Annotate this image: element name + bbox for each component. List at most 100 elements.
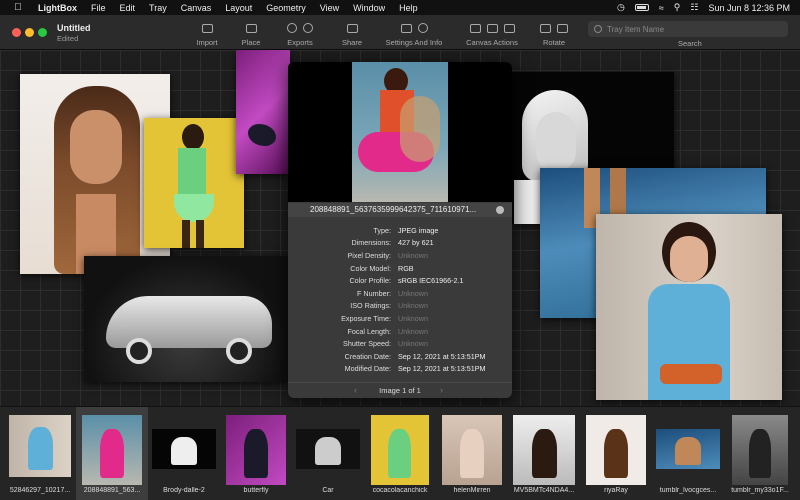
menu-view[interactable]: View	[320, 3, 339, 13]
info-key: Modified Date:	[344, 364, 391, 374]
export-printer-icon	[303, 23, 313, 33]
close-window-button[interactable]	[12, 28, 21, 37]
tray-thumbnail	[82, 415, 142, 485]
info-value: RGB	[398, 263, 414, 273]
search-input[interactable]	[607, 24, 767, 34]
popover-nav: ‹ Image 1 of 1 ›	[288, 382, 512, 398]
info-key: Dimensions:	[351, 238, 391, 248]
tray-item[interactable]: 208848891_563...	[76, 407, 148, 500]
tray-thumbnail	[586, 415, 646, 485]
tray-item-label: 208848891_563...	[83, 487, 141, 494]
import-button[interactable]: Import	[192, 21, 222, 49]
zoom-window-button[interactable]	[38, 28, 47, 37]
tray-item[interactable]: 52846297_10217...	[4, 407, 76, 500]
search-field[interactable]	[588, 21, 788, 37]
info-row: Modified Date: Sep 12, 2021 at 5:13:51PM	[288, 363, 512, 376]
tray-thumbnail	[442, 415, 502, 485]
settings-and-info-label: Settings And Info	[385, 38, 443, 47]
thumbnail-subject	[315, 437, 341, 465]
canvas-photo-cocacolacanchick[interactable]	[144, 118, 244, 248]
tray-item[interactable]: Brody-dalle-2	[148, 407, 220, 500]
tray-item[interactable]: MV5BMTc4NDA4...	[508, 407, 580, 500]
popover-preview-image	[288, 62, 512, 202]
menu-layout[interactable]: Layout	[225, 3, 252, 13]
canvas-copy-icon	[503, 23, 515, 33]
lightbox-canvas[interactable]: 208848891_5637635999642375_711610971... …	[0, 50, 800, 406]
menu-app-name[interactable]: LightBox	[38, 3, 77, 13]
tray-item-label: tumblr_lvocgces...	[659, 487, 717, 494]
tray-item[interactable]: Car	[292, 407, 364, 500]
canvas-photo-car[interactable]	[84, 256, 288, 382]
canvas-layout-icon	[486, 23, 498, 33]
apple-menu-icon[interactable]: 	[12, 2, 24, 13]
info-key: ISO Ratings:	[350, 301, 391, 311]
info-value: 427 by 621	[398, 238, 434, 248]
menu-clock[interactable]: Sun Jun 8 12:36 PM	[708, 3, 790, 13]
tray-thumbnail	[226, 415, 286, 485]
menu-help[interactable]: Help	[399, 3, 418, 13]
settings-and-info-button[interactable]: Settings And Info	[386, 21, 442, 49]
tray-item[interactable]: tumblr_lvocgces...	[652, 407, 724, 500]
tray-item-label: tumblr_my33o1F...	[731, 487, 789, 494]
tray-thumbnail	[152, 429, 216, 469]
rotate-button[interactable]: Rotate	[540, 21, 568, 49]
info-value: Unknown	[398, 326, 428, 336]
info-row: Pixel Density: Unknown	[288, 249, 512, 262]
tray-thumbnail	[296, 429, 360, 469]
canvas-photo-52846297[interactable]	[596, 214, 782, 400]
canvas-actions-button[interactable]: Canvas Actions	[466, 21, 518, 49]
thumbnail-subject	[460, 429, 484, 478]
thumbnail-subject	[100, 429, 124, 478]
tray-item-label: riyaRay	[604, 487, 628, 494]
exports-button[interactable]: Exports	[284, 21, 316, 49]
thumbnail-subject	[532, 429, 557, 478]
info-key: Color Profile:	[349, 276, 391, 286]
tray-item[interactable]: helenMirren	[436, 407, 508, 500]
canvas-photo-butterfly[interactable]	[236, 50, 290, 174]
control-center-icon[interactable]: ☷	[690, 2, 698, 13]
thumbnail-subject	[171, 437, 197, 465]
share-label: Share	[341, 38, 362, 47]
filename-action-icon[interactable]	[496, 206, 504, 214]
place-button[interactable]: Place	[238, 21, 264, 49]
info-value: Unknown	[398, 288, 428, 298]
place-label: Place	[241, 38, 261, 47]
search-icon	[594, 25, 602, 33]
place-icon	[245, 23, 257, 33]
battery-icon[interactable]	[634, 4, 649, 11]
info-row: Focal Length: Unknown	[288, 325, 512, 338]
export-arrow-icon	[287, 23, 297, 33]
menu-file[interactable]: File	[91, 3, 106, 13]
tray-item[interactable]: tumblr_my33o1F...	[724, 407, 796, 500]
minimize-window-button[interactable]	[25, 28, 34, 37]
menu-edit[interactable]: Edit	[120, 3, 136, 13]
previous-image-icon[interactable]: ‹	[354, 385, 357, 395]
search-label: Search	[678, 39, 702, 48]
thumbnail-subject	[388, 429, 411, 478]
thumbnail-subject	[749, 429, 771, 478]
wifi-icon[interactable]: ≈	[659, 3, 664, 13]
info-value: JPEG image	[398, 225, 439, 235]
info-value: Unknown	[398, 301, 428, 311]
menu-geometry[interactable]: Geometry	[266, 3, 306, 13]
menu-window[interactable]: Window	[353, 3, 385, 13]
next-image-icon[interactable]: ›	[440, 385, 443, 395]
spotlight-icon[interactable]: ⚲	[674, 2, 681, 13]
filename-text: 208848891_5637635999642375_711610971...	[310, 205, 477, 214]
document-status: Edited	[57, 34, 79, 43]
info-value: sRGB IEC61966-2.1	[398, 276, 464, 286]
share-button[interactable]: Share	[340, 21, 364, 49]
info-row: ISO Ratings: Unknown	[288, 300, 512, 313]
screen-time-icon[interactable]: ◷	[617, 2, 625, 13]
image-counter: Image 1 of 1	[379, 386, 421, 395]
thumbnail-subject	[675, 437, 701, 465]
tray-item-label: butterfly	[243, 487, 269, 494]
tray-item[interactable]: cocacolacanchick	[364, 407, 436, 500]
image-tray[interactable]: 52846297_10217... 208848891_563... Brody-d…	[0, 406, 800, 500]
menu-canvas[interactable]: Canvas	[181, 3, 212, 13]
tray-item[interactable]: butterfly	[220, 407, 292, 500]
tray-item[interactable]: riyaRay	[580, 407, 652, 500]
canvas-grid-icon	[469, 23, 481, 33]
menu-tray[interactable]: Tray	[149, 3, 167, 13]
tray-item-label: 52846297_10217...	[9, 487, 71, 494]
